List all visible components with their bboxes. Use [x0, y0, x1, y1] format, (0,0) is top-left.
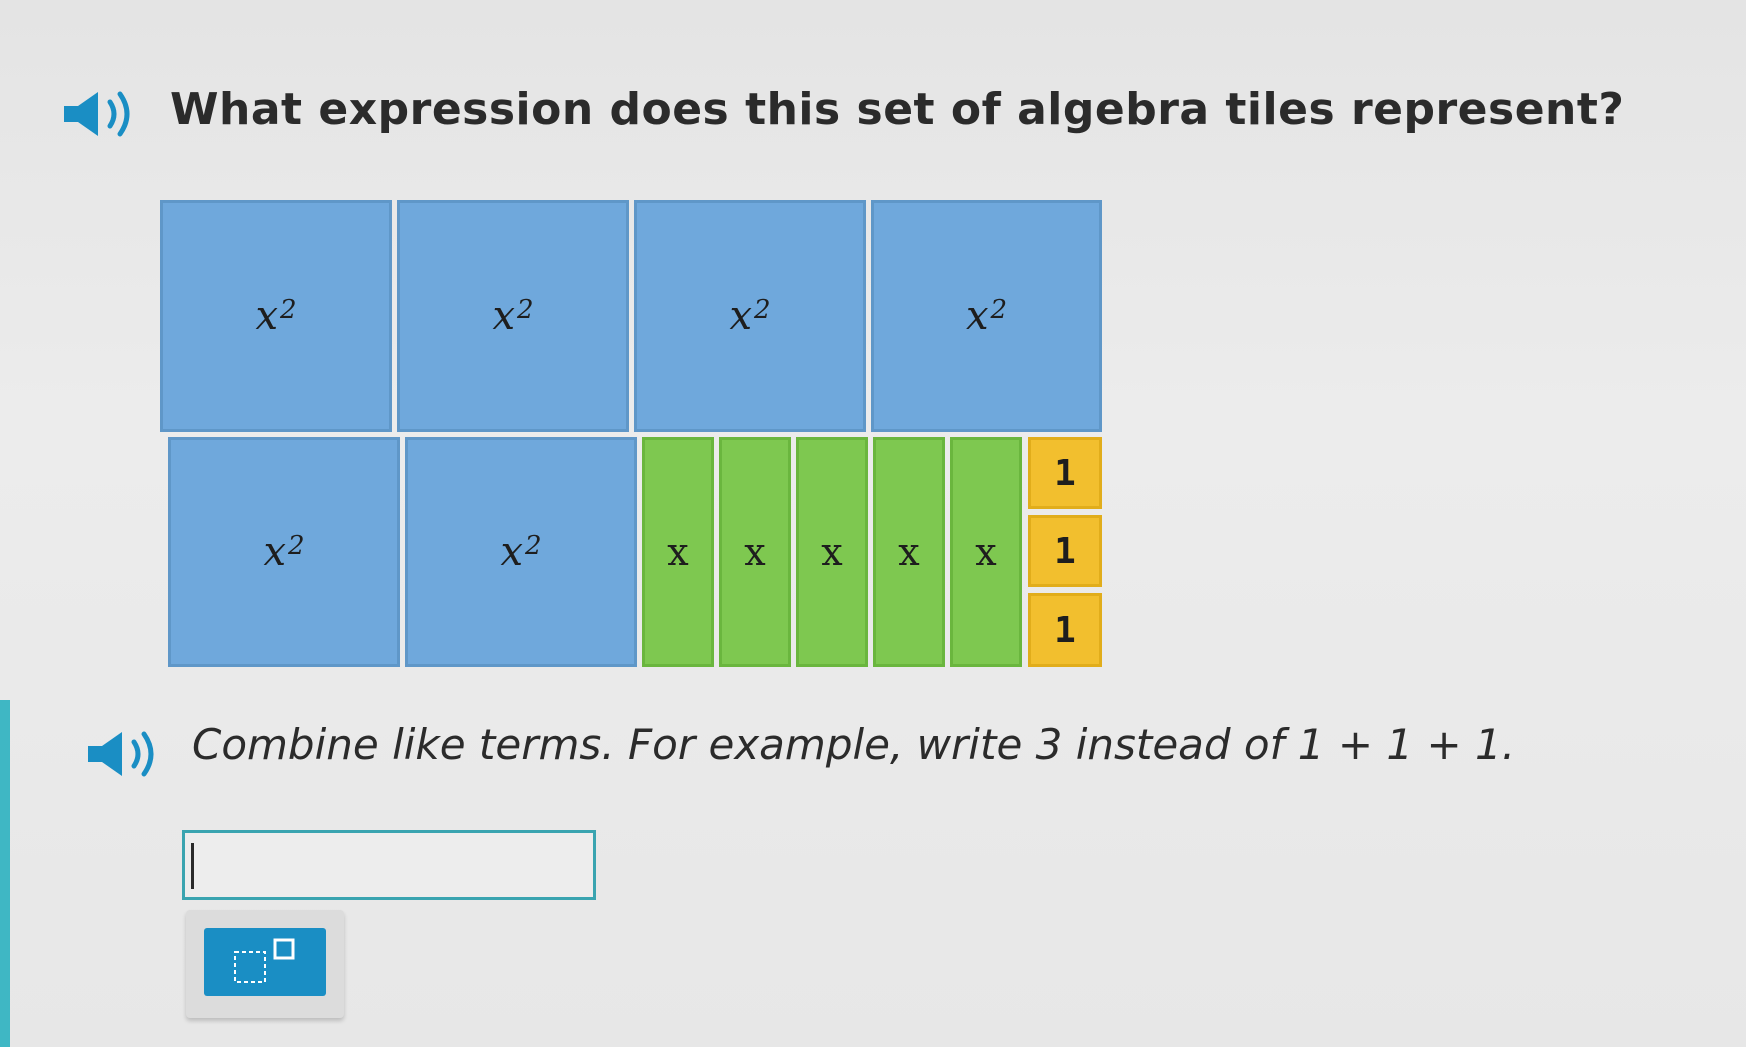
tile-label: x	[500, 529, 523, 575]
tile-label: 1	[1054, 452, 1076, 494]
unit-tile: 1	[1028, 515, 1102, 587]
tile-label: x	[667, 530, 689, 574]
algebra-tiles: x2 x2 x2 x2 x2 x2 x x x x x 1 1 1	[160, 200, 1102, 668]
instruction-text: Combine like terms. For example, write 3…	[192, 720, 1516, 769]
left-accent-bar	[0, 700, 10, 1047]
x-squared-tile: x2	[397, 200, 629, 432]
tile-label: x	[492, 293, 515, 339]
x-tile: x	[796, 437, 868, 667]
speaker-icon	[88, 731, 154, 777]
tile-label: x	[744, 530, 766, 574]
tile-label: 1	[1054, 530, 1076, 572]
tile-label: x	[965, 293, 989, 339]
speaker-icon	[64, 91, 130, 137]
tile-label: x	[898, 530, 920, 574]
question-audio-button[interactable]	[60, 86, 144, 142]
unit-tile: 1	[1028, 593, 1102, 667]
answer-input[interactable]	[182, 830, 596, 900]
tile-label: x	[729, 293, 752, 339]
unit-tile: 1	[1028, 437, 1102, 509]
x-squared-tile: x2	[168, 437, 400, 667]
tile-exponent: 2	[280, 295, 297, 325]
text-caret	[191, 843, 194, 889]
instruction-audio-button[interactable]	[84, 726, 168, 782]
tile-exponent: 2	[990, 295, 1008, 325]
tile-label: x	[821, 530, 843, 574]
tile-label: 1	[1054, 609, 1076, 651]
tile-exponent: 2	[754, 295, 771, 325]
question-text: What expression does this set of algebra…	[170, 84, 1625, 135]
x-squared-tile: x2	[405, 437, 637, 667]
tile-label: x	[255, 293, 278, 339]
x-squared-tile: x2	[871, 200, 1102, 432]
x-tile: x	[873, 437, 945, 667]
tile-exponent: 2	[288, 531, 305, 561]
x-tile: x	[950, 437, 1022, 667]
tile-label: x	[263, 529, 286, 575]
exponent-template-icon	[234, 938, 295, 983]
x-tile: x	[719, 437, 791, 667]
page: What expression does this set of algebra…	[0, 0, 1746, 1047]
tile-label: x	[975, 530, 997, 574]
tile-exponent: 2	[517, 295, 534, 325]
x-squared-tile: x2	[160, 200, 392, 432]
exponent-button[interactable]	[204, 928, 326, 996]
x-squared-tile: x2	[634, 200, 866, 432]
x-tile: x	[642, 437, 714, 667]
tile-exponent: 2	[525, 531, 542, 561]
